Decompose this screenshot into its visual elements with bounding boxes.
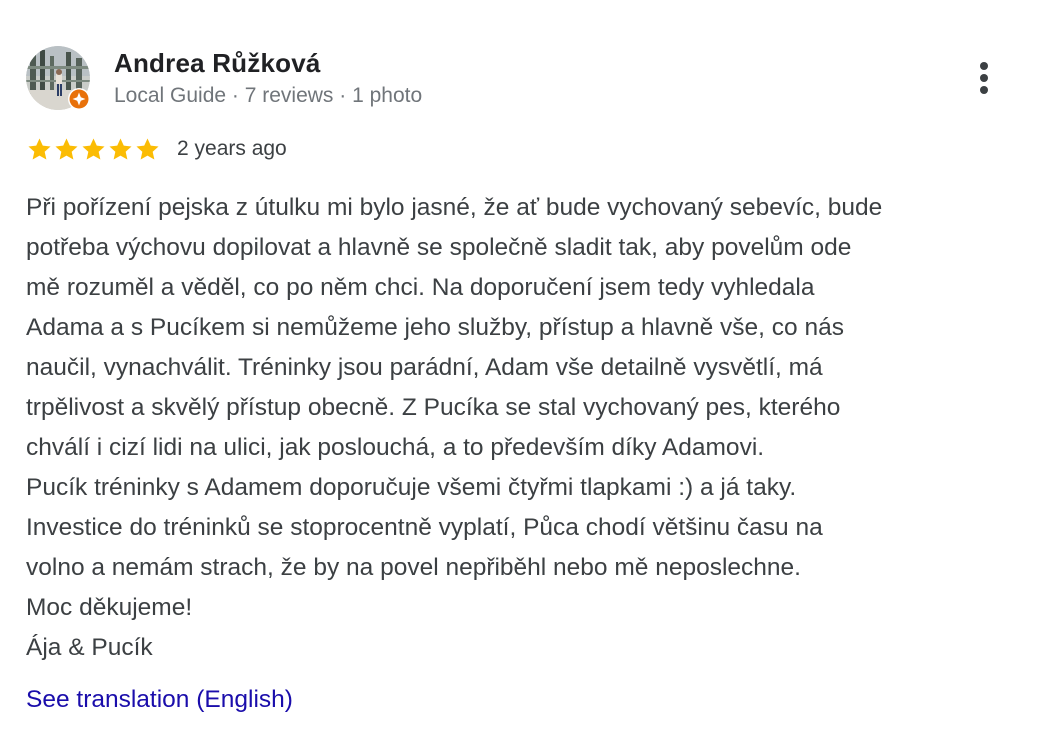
star-icon <box>55 137 78 160</box>
avatar[interactable] <box>26 46 90 110</box>
stars <box>26 136 161 163</box>
star-icon <box>109 137 132 160</box>
author-name[interactable]: Andrea Růžková <box>114 48 321 79</box>
review-line: Adama a s Pucíkem si nemůžeme jeho služb… <box>26 314 844 341</box>
review-line: potřeba výchovu dopilovat a hlavně se sp… <box>26 234 852 261</box>
review-line: Při pořízení pejska z útulku mi bylo jas… <box>26 194 883 221</box>
star-icon <box>136 137 159 160</box>
review-line: volno a nemám strach, že by na povel nep… <box>26 554 801 581</box>
author-meta[interactable]: Local Guide · 7 reviews · 1 photo <box>114 84 422 108</box>
more-vert-icon-dot <box>980 86 988 94</box>
more-vert-icon-dot <box>980 74 988 82</box>
review-line: naučil, vynachválit. Tréninky jsou parád… <box>26 354 823 381</box>
review-line: Investice do tréninků se stoprocentně vy… <box>26 514 823 541</box>
review-text: Při pořízení pejska z útulku mi bylo jas… <box>26 188 1026 668</box>
review-line: Moc děkujeme! <box>26 594 193 621</box>
review-date: 2 years ago <box>177 137 287 160</box>
local-guide-badge-icon <box>68 88 90 110</box>
review-line: Ája & Pucík <box>26 634 153 661</box>
review-line: trpělivost a skvělý přístup obecně. Z Pu… <box>26 394 841 421</box>
star-icon <box>82 137 105 160</box>
see-translation-link[interactable]: See translation (English) <box>26 686 293 714</box>
more-options-button[interactable] <box>966 58 1002 98</box>
star-icon <box>28 137 51 160</box>
star-rating <box>26 134 161 164</box>
review-line: mě rozuměl a věděl, co po něm chci. Na d… <box>26 274 815 301</box>
review-line: chválí i cizí lidi na ulici, jak poslouc… <box>26 434 765 461</box>
review-line: Pucík tréninky s Adamem doporučuje všemi… <box>26 474 797 501</box>
review-card: Andrea Růžková Local Guide · 7 reviews ·… <box>0 0 1040 740</box>
more-vert-icon <box>980 62 988 70</box>
